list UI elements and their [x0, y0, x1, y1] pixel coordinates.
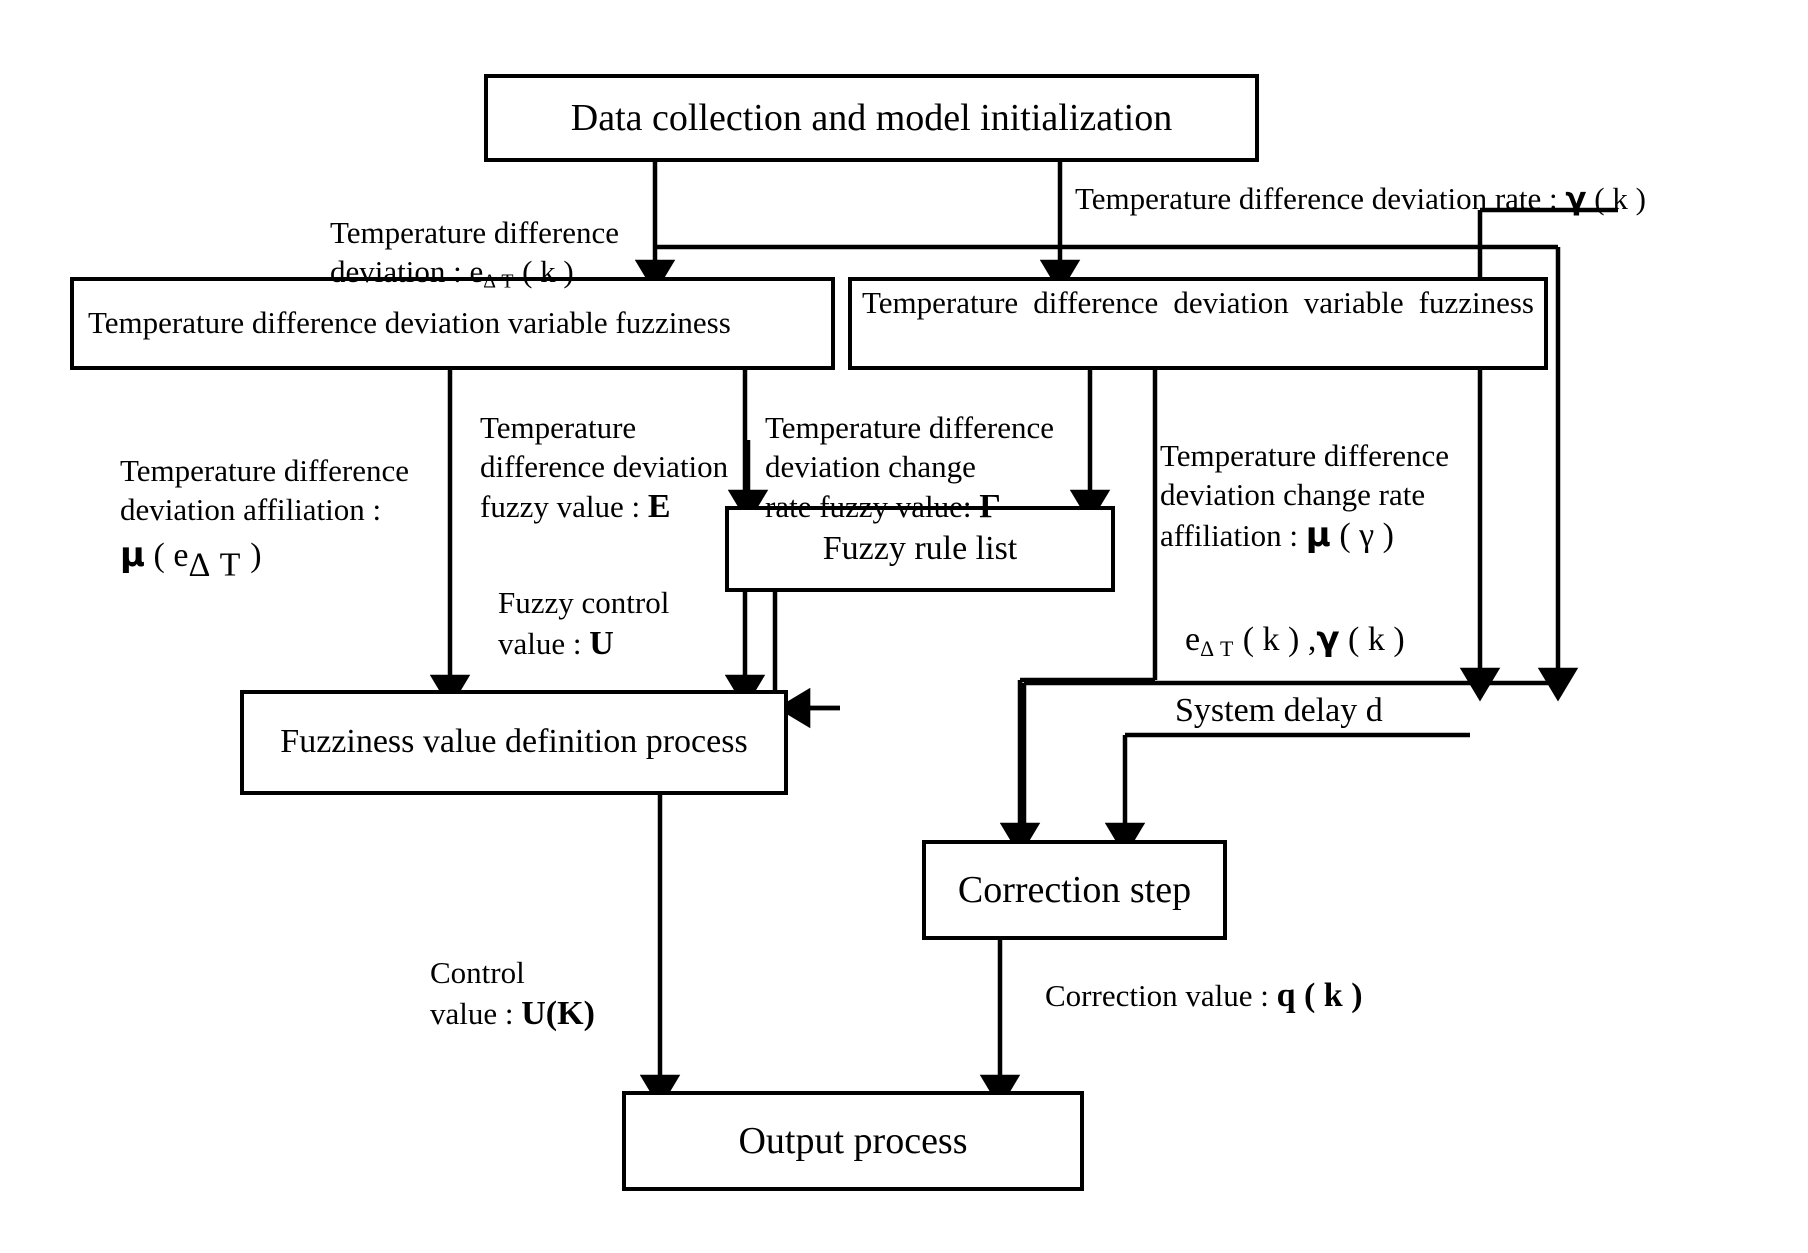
- label-UK-symbol: U(K): [521, 994, 595, 1032]
- label-temp-diff-deviation-rate: Temperature difference deviation rate : …: [1075, 180, 1808, 219]
- node-fuzziness-left-label: Temperature difference deviation variabl…: [88, 305, 731, 341]
- label-mu-rate-arg: ( γ ): [1330, 517, 1394, 555]
- label-change-rate-fuzzy-value-text: Temperature difference deviation change …: [765, 409, 1054, 525]
- label-deviation-affiliation-text: Temperature difference deviation affilia…: [120, 453, 409, 527]
- label-deviation-fuzzy-value-text: Temperature difference deviation fuzzy v…: [480, 409, 729, 525]
- node-output-process[interactable]: Output process: [622, 1091, 1084, 1191]
- label-mu-symbol: μ: [120, 534, 146, 575]
- label-U-symbol: U: [589, 624, 614, 662]
- label-change-rate-affiliation: Temperature difference deviation change …: [1160, 398, 1520, 558]
- label-temp-diff-deviation-sub: Δ T: [483, 270, 515, 293]
- label-change-rate-fuzzy-value: Temperature difference deviation change …: [765, 370, 1095, 529]
- label-temp-diff-deviation: Temperature difference deviation : eΔ T …: [330, 175, 660, 294]
- label-feedback-pair: eΔ T ( k ) ,γ ( k ): [1185, 618, 1605, 663]
- label-feedback-e: e: [1185, 621, 1201, 658]
- node-fuzziness-value-definition-label: Fuzziness value definition process: [280, 723, 748, 761]
- label-feedback-sub: Δ T: [1200, 637, 1235, 662]
- label-deviation-fuzzy-value: Temperature difference deviation fuzzy v…: [480, 370, 750, 529]
- node-correction-step[interactable]: Correction step: [922, 840, 1227, 940]
- label-mu-arg-tail: ): [241, 536, 262, 574]
- label-control-value-text: Control value :: [430, 954, 525, 1031]
- node-data-collection-label: Data collection and model initialization: [570, 96, 1173, 139]
- label-fuzzy-control-value: Fuzzy control value : U: [498, 545, 758, 665]
- label-system-delay: System delay d: [1175, 690, 1505, 733]
- label-rate-symbol: γ: [1565, 181, 1587, 217]
- node-data-collection[interactable]: Data collection and model initialization: [484, 74, 1259, 162]
- label-correction-value-text: Correction value :: [1045, 978, 1277, 1013]
- label-correction-value: Correction value : q ( k ): [1045, 975, 1465, 1018]
- label-feedback-mid: ( k ) ,: [1234, 621, 1317, 658]
- label-feedback-tail: ( k ): [1339, 621, 1405, 658]
- label-deviation-affiliation: Temperature difference deviation affilia…: [120, 452, 442, 587]
- label-rate-prefix: Temperature difference deviation rate :: [1075, 181, 1566, 216]
- label-E-symbol: E: [647, 488, 671, 526]
- node-output-process-label: Output process: [738, 1119, 968, 1162]
- node-correction-step-label: Correction step: [957, 868, 1192, 911]
- label-system-delay-text: System delay d: [1175, 692, 1383, 729]
- flowchart-canvas: Data collection and model initialization…: [0, 0, 1808, 1253]
- label-change-rate-affiliation-text: Temperature difference deviation change …: [1160, 437, 1449, 554]
- node-fuzziness-right-label: Temperature difference deviation variabl…: [862, 285, 1534, 320]
- node-fuzziness-right[interactable]: Temperature difference deviation variabl…: [848, 277, 1548, 370]
- label-mu-arg-pre: ( e: [145, 536, 189, 574]
- node-fuzziness-value-definition[interactable]: Fuzziness value definition process: [240, 690, 788, 795]
- node-fuzzy-rule-list-label: Fuzzy rule list: [822, 529, 1018, 567]
- label-temp-diff-deviation-tail: ( k ): [514, 253, 574, 289]
- label-feedback-gamma: γ: [1316, 619, 1340, 659]
- label-control-value: Control value : U(K): [430, 915, 690, 1035]
- label-qk-symbol: q ( k ): [1276, 977, 1363, 1014]
- label-fuzzy-control-value-text: Fuzzy control value :: [498, 584, 670, 661]
- label-rate-tail: ( k ): [1586, 181, 1646, 216]
- label-temp-diff-deviation-text: Temperature difference deviation : e: [330, 214, 619, 289]
- label-mu-arg-sub: Δ T: [188, 546, 242, 584]
- label-gamma-cap-symbol: Γ: [979, 488, 1001, 526]
- label-mu-rate-symbol: μ: [1305, 515, 1331, 556]
